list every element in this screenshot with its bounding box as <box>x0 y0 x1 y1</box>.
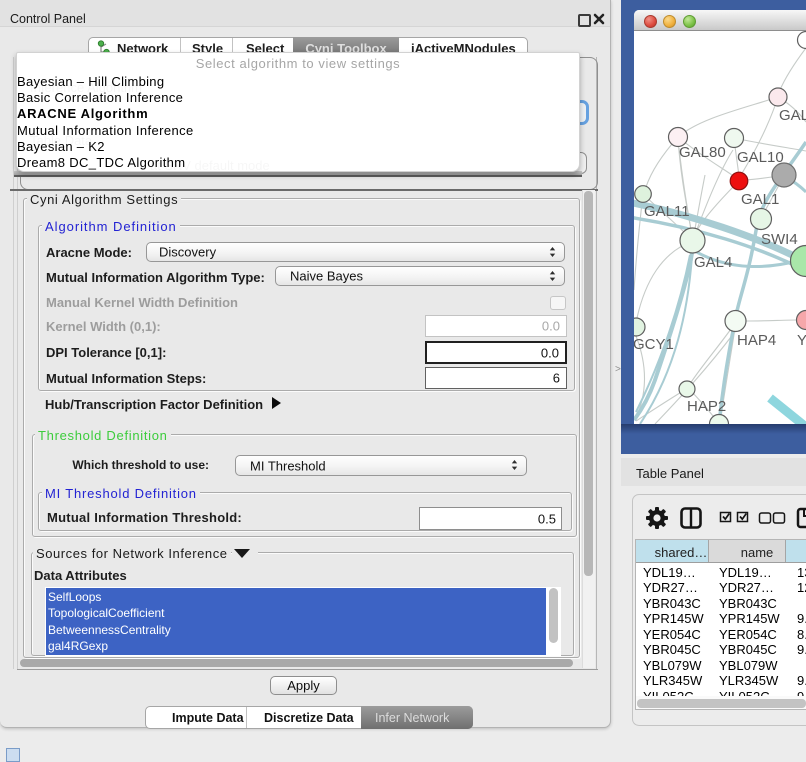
svg-text:GAL1: GAL1 <box>741 191 779 208</box>
svg-text:GAL11: GAL11 <box>644 203 690 220</box>
svg-text:HAP2: HAP2 <box>687 398 726 415</box>
svg-text:GAL10: GAL10 <box>737 149 784 166</box>
svg-text:SWI4: SWI4 <box>761 231 798 248</box>
svg-text:GAL80: GAL80 <box>679 144 726 161</box>
svg-text:GAL4: GAL4 <box>694 254 732 271</box>
svg-text:GCY1: GCY1 <box>634 336 674 353</box>
svg-text:GAL7: GAL7 <box>779 107 806 124</box>
svg-text:YM: YM <box>797 332 806 349</box>
svg-text:HAP4: HAP4 <box>737 332 776 349</box>
